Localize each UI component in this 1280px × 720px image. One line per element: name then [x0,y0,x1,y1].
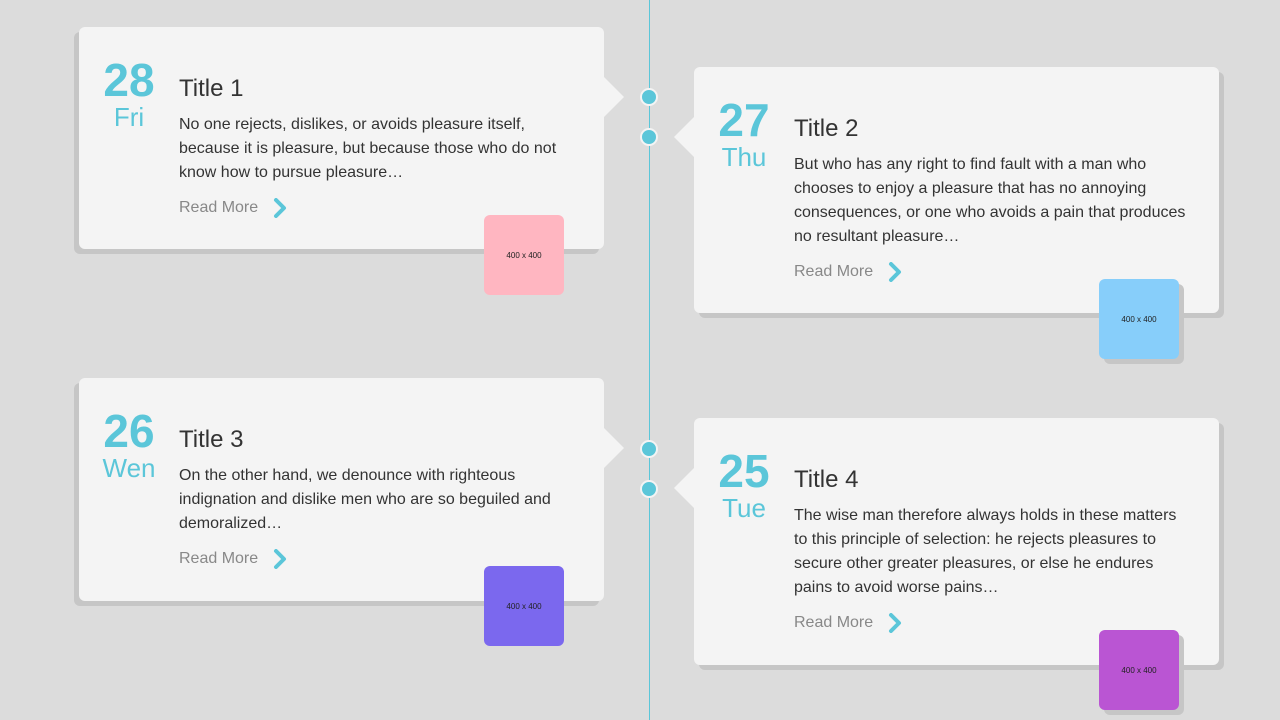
chevron-right-icon [889,613,902,633]
date-day: 25 [718,445,770,497]
card-title: Title 4 [794,466,859,493]
card-text: No one rejects, dislikes, or avoids plea… [179,116,557,181]
card-content: Title 4 The wise man therefore always ho… [794,466,1194,634]
date-day: 27 [718,94,770,146]
card-pointer [674,117,694,157]
read-more-link[interactable]: Read More [794,261,903,283]
date-day: 26 [103,405,155,457]
thumbnail-label: 400 x 400 [506,601,542,611]
timeline-card: 25 Tue Title 4 The wise man therefore al… [674,418,1219,665]
card-title: Title 1 [179,75,244,102]
date-weekday: Fri [113,102,145,132]
thumbnail-label: 400 x 400 [506,250,542,260]
read-more-link[interactable]: Read More [179,197,288,219]
card-text: On the other hand, we denounce with righ… [179,467,551,532]
date-block: 28 Fri [101,57,157,131]
card-content: Title 2 But who has any right to find fa… [794,115,1189,283]
card-text: The wise man therefore always holds in t… [794,507,1177,596]
read-more-link[interactable]: Read More [179,548,288,570]
date-block: 25 Tue [716,448,772,522]
card-text: But who has any right to find fault with… [794,156,1186,245]
chevron-right-icon [274,549,287,569]
date-weekday: Wen [102,453,156,483]
thumbnail-label: 400 x 400 [1121,314,1157,324]
card-content: Title 1 No one rejects, dislikes, or avo… [179,75,589,219]
card-pointer [604,428,624,468]
date-day: 28 [103,54,155,106]
timeline-dot [640,88,658,106]
thumbnail-image: 400 x 400 [1099,630,1179,710]
timeline-dot [640,128,658,146]
date-weekday: Thu [721,142,767,172]
date-weekday: Tue [722,493,766,523]
card-pointer [674,468,694,508]
thumbnail-label: 400 x 400 [1121,665,1157,675]
read-more-label: Read More [794,614,874,631]
card-pointer [604,77,624,117]
chevron-right-icon [889,262,902,282]
card-title: Title 3 [179,426,244,453]
read-more-label: Read More [179,199,259,216]
read-more-link[interactable]: Read More [794,612,903,634]
timeline-card: 27 Thu Title 2 But who has any right to … [674,67,1219,313]
card-title: Title 2 [794,115,859,142]
thumbnail-image: 400 x 400 [484,215,564,295]
thumbnail-image: 400 x 400 [484,566,564,646]
thumbnail-image: 400 x 400 [1099,279,1179,359]
date-block: 26 Wen [101,408,157,482]
card-content: Title 3 On the other hand, we denounce w… [179,426,579,570]
timeline-line [649,0,650,720]
chevron-right-icon [274,198,287,218]
date-block: 27 Thu [716,97,772,171]
read-more-label: Read More [794,263,874,280]
timeline-dot [640,440,658,458]
timeline-dot [640,480,658,498]
read-more-label: Read More [179,550,259,567]
